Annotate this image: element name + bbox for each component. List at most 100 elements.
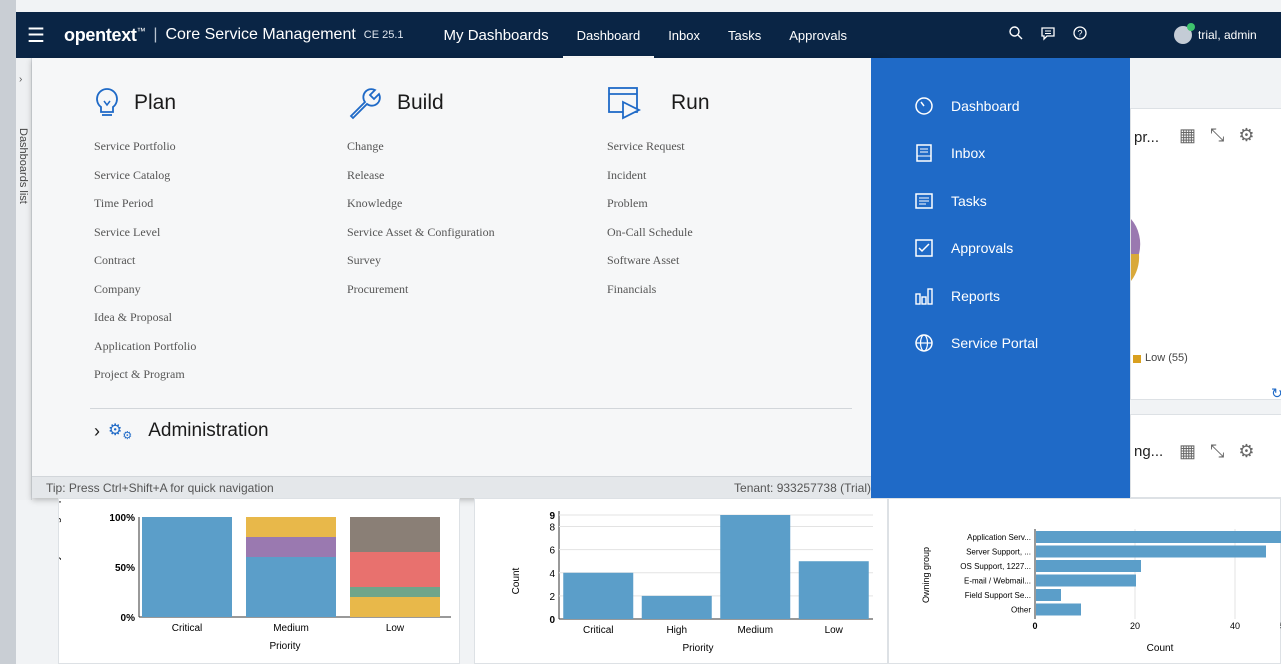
menu-item-run[interactable]: Problem	[607, 189, 710, 218]
checkbox-icon	[913, 237, 935, 259]
refresh-icon[interactable]: ↻	[1271, 385, 1281, 402]
quicknav-dashboard[interactable]: Dashboard	[871, 82, 1130, 130]
x-tick-label: 20	[1130, 621, 1140, 631]
x-tick-label: 40	[1230, 621, 1240, 631]
user-menu[interactable]: trial, admin	[1174, 12, 1257, 58]
hamburger-menu-icon[interactable]: ☰	[16, 23, 56, 48]
x-tick-label: Critical	[583, 625, 614, 636]
top-bar: ☰ opentext™ | Core Service Management CE…	[16, 12, 1281, 58]
x-tick-label: Medium	[737, 625, 773, 636]
quicknav-approvals[interactable]: Approvals	[871, 225, 1130, 273]
y-tick-label: Application Serv...	[967, 533, 1031, 542]
y-tick-label: 4	[549, 569, 555, 580]
menu-item-plan[interactable]: Company	[94, 275, 196, 304]
quicknav-label: Tasks	[951, 192, 987, 209]
chart2-svg: 0 2 4 6 89 Critical High Medium Low Priority Count	[511, 511, 873, 654]
bar	[1036, 531, 1281, 543]
stacked-bar-segment	[246, 557, 336, 617]
nav-approvals[interactable]: Approvals	[775, 12, 861, 58]
chart3-svg: 0204050Application Serv...Server Support…	[921, 529, 1281, 654]
menu-item-plan[interactable]: Project & Program	[94, 360, 196, 389]
table-view-icon[interactable]: ▦	[1179, 441, 1196, 462]
brand-logo[interactable]: opentext™	[64, 25, 146, 46]
navigation-mega-menu: Plan Service Portfolio Service Catalog Tim…	[32, 58, 887, 498]
y-tick-label: Field Support Se...	[965, 591, 1031, 600]
nav-inbox[interactable]: Inbox	[654, 12, 714, 58]
menu-item-run[interactable]: Incident	[607, 161, 710, 190]
menu-item-plan[interactable]: Contract	[94, 246, 196, 275]
build-title: Build	[397, 91, 444, 114]
nav-tasks[interactable]: Tasks	[714, 12, 775, 58]
help-icon[interactable]: ?	[1072, 25, 1088, 46]
y-axis-label: Count	[511, 567, 522, 594]
y-tick-label: E-mail / Webmail...	[964, 577, 1031, 586]
widget-title: pr...	[1134, 129, 1160, 146]
x-axis-label: Priority	[682, 643, 713, 654]
legend-swatch	[1133, 355, 1141, 363]
y-tick-label: 50%	[115, 563, 135, 574]
bar	[1036, 574, 1136, 587]
chat-icon[interactable]	[1040, 25, 1056, 46]
menu-item-run[interactable]: Service Request	[607, 132, 710, 161]
menu-item-plan[interactable]: Service Portfolio	[94, 132, 196, 161]
x-tick-label: Low	[386, 623, 405, 634]
bar	[1036, 603, 1081, 616]
menu-item-plan[interactable]: Time Period	[94, 189, 196, 218]
settings-gear-icon[interactable]: ⚙	[1238, 125, 1254, 146]
menu-column-plan: Plan Service Portfolio Service Catalog Tim…	[94, 82, 196, 389]
menu-item-build[interactable]: Service Asset & Configuration	[347, 218, 495, 247]
quicknav-reports[interactable]: Reports	[871, 272, 1130, 320]
y-tick-label: 6	[549, 546, 555, 557]
quicknav-tasks[interactable]: Tasks	[871, 177, 1130, 225]
search-icon[interactable]	[1008, 25, 1024, 46]
quicknav-inbox[interactable]: Inbox	[871, 130, 1130, 178]
run-header: Run	[607, 82, 710, 124]
y-tick-label: 0	[549, 615, 555, 626]
nav-my-dashboards[interactable]: My Dashboards	[430, 12, 563, 58]
settings-gear-icon[interactable]: ⚙	[1238, 441, 1254, 462]
nav-dashboard[interactable]: Dashboard	[562, 12, 655, 58]
menu-item-build[interactable]: Change	[347, 132, 495, 161]
widget-toolbar: ▦ ⤡ ⚙	[1179, 125, 1255, 146]
inbox-icon	[913, 142, 935, 164]
pie-chart-slice	[1131, 219, 1141, 281]
menu-item-run[interactable]: Financials	[607, 275, 710, 304]
chart-count-by-priority: 0 2 4 6 8 9 Critical High Medium Low Priority Count	[474, 498, 888, 664]
menu-item-plan[interactable]: Application Portfolio	[94, 332, 196, 361]
bar-chart-icon	[913, 285, 935, 307]
plan-title: Plan	[134, 91, 177, 114]
stacked-bar-segment	[246, 537, 336, 557]
menu-item-plan[interactable]: Idea & Proposal	[94, 303, 196, 332]
expand-icon[interactable]: ⤡	[1210, 441, 1224, 462]
table-view-icon[interactable]: ▦	[1179, 125, 1196, 146]
avatar	[1174, 23, 1195, 44]
menu-item-build[interactable]: Survey	[347, 246, 495, 275]
quicknav-label: Dashboard	[951, 97, 1020, 114]
menu-item-plan[interactable]: Service Level	[94, 218, 196, 247]
menu-item-build[interactable]: Knowledge	[347, 189, 495, 218]
build-items: Change Release Knowledge Service Asset & Co…	[347, 132, 495, 303]
tip-text: Tip: Press Ctrl+Shift+A for quick naviga…	[46, 481, 274, 495]
menu-item-build[interactable]: Procurement	[347, 275, 495, 304]
lightbulb-icon	[96, 88, 118, 116]
stacked-bar-segment	[246, 517, 336, 537]
run-title: Run	[671, 91, 710, 114]
rail-toggle-icon[interactable]: ›	[19, 74, 22, 85]
plan-items: Service Portfolio Service Catalog Time Per…	[94, 132, 196, 389]
svg-text:?: ?	[1077, 28, 1082, 38]
rail-label: Dashboards list	[17, 128, 29, 204]
menu-item-run[interactable]: On-Call Schedule	[607, 218, 710, 247]
administration-toggle[interactable]: › ⚙⚙ Administration	[94, 420, 269, 442]
y-tick-label: 9	[549, 511, 555, 522]
quicknav-label: Inbox	[951, 145, 986, 162]
run-items: Service Request Incident Problem On-Call Sc…	[607, 132, 710, 303]
y-tick-label: 0%	[121, 613, 136, 624]
menu-item-plan[interactable]: Service Catalog	[94, 161, 196, 190]
menu-item-run[interactable]: Software Asset	[607, 246, 710, 275]
expand-icon[interactable]: ⤡	[1210, 125, 1224, 146]
quicknav-service-portal[interactable]: Service Portal	[871, 320, 1130, 368]
chart-percent-by-priority: 100% 50% 0% Critical Medium Low Priority Percen…	[51, 457, 460, 664]
administration-label: Administration	[148, 420, 269, 442]
menu-item-build[interactable]: Release	[347, 161, 495, 190]
dashboards-list-rail[interactable]: › Dashboards list	[16, 58, 32, 500]
